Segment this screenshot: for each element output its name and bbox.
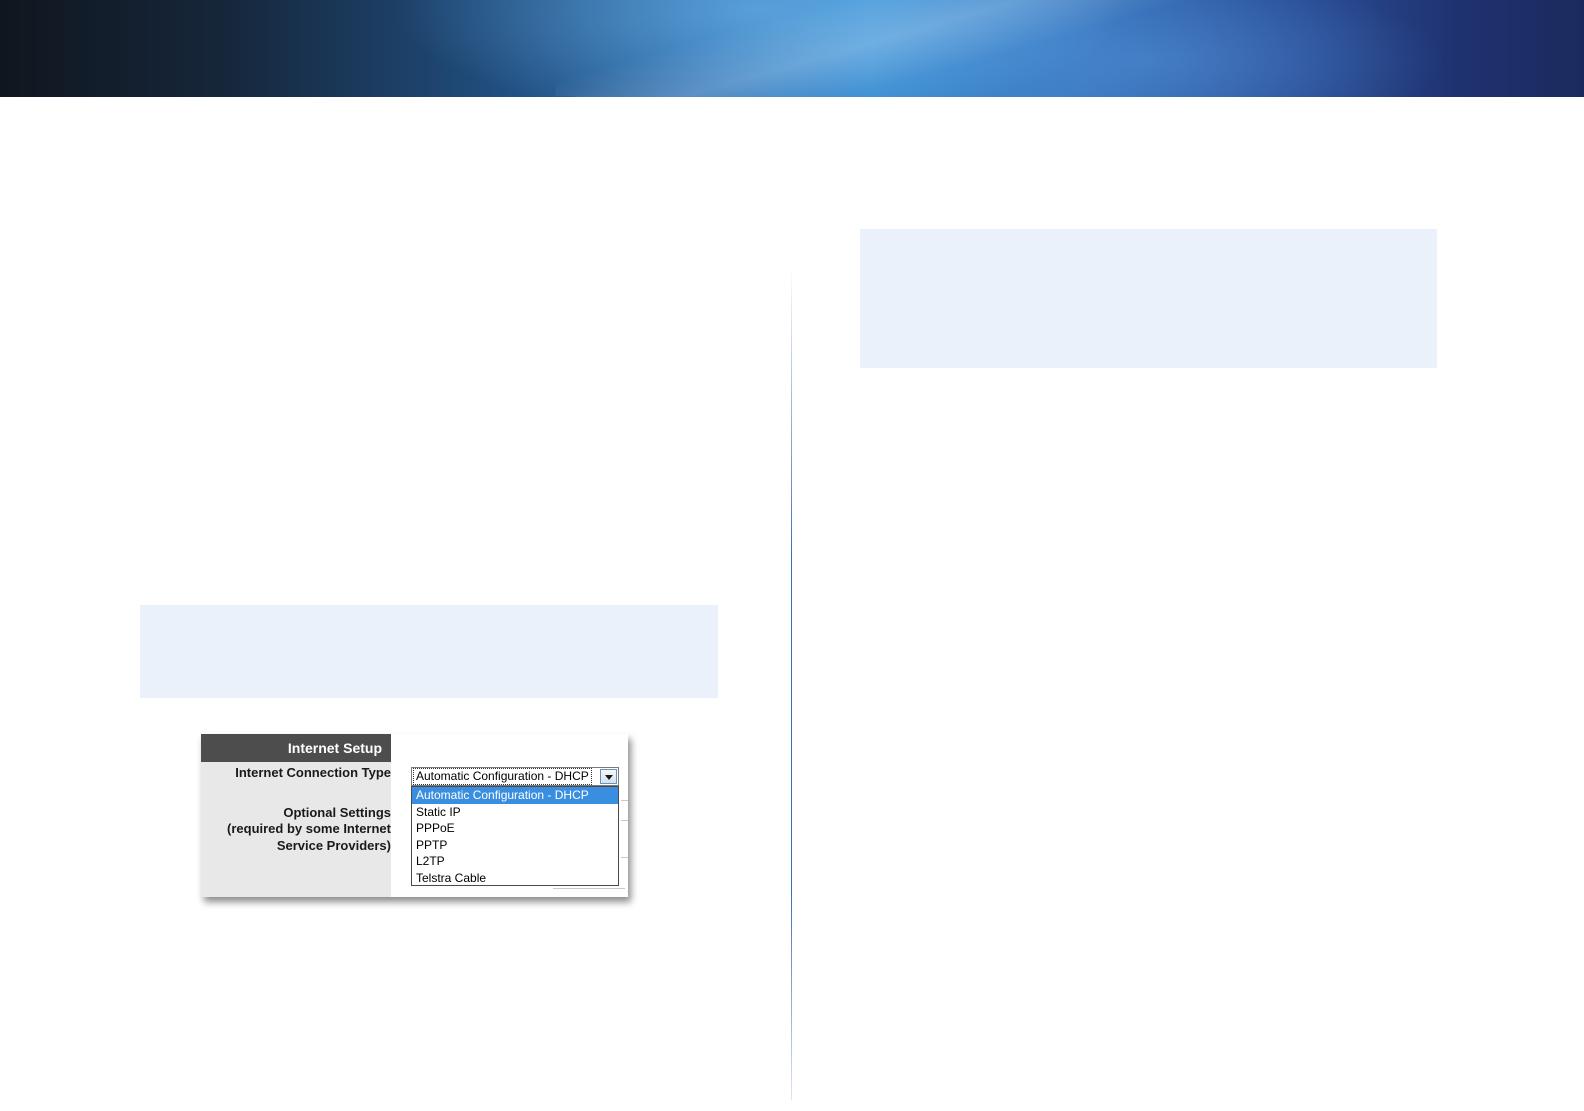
option-telstra-cable[interactable]: Telstra Cable bbox=[412, 870, 618, 887]
optional-settings-note-line1: (required by some Internet bbox=[227, 821, 391, 836]
optional-settings-note-line2: Service Providers) bbox=[276, 838, 391, 853]
column-divider bbox=[791, 265, 792, 1100]
option-static-ip[interactable]: Static IP bbox=[412, 804, 618, 821]
select-current-value: Automatic Configuration - DHCP bbox=[413, 768, 592, 785]
field-underline bbox=[553, 888, 625, 889]
chevron-down-icon bbox=[605, 775, 613, 780]
connection-type-label: Internet Connection Type bbox=[235, 765, 391, 780]
option-dhcp[interactable]: Automatic Configuration - DHCP bbox=[412, 787, 618, 804]
header-banner bbox=[0, 0, 1584, 145]
field-underline bbox=[621, 800, 628, 801]
field-underline bbox=[621, 857, 628, 858]
optional-settings-label: Optional Settings bbox=[283, 805, 391, 820]
option-pptp[interactable]: PPTP bbox=[412, 837, 618, 854]
option-l2tp[interactable]: L2TP bbox=[412, 853, 618, 870]
option-pppoe[interactable]: PPPoE bbox=[412, 820, 618, 837]
connection-type-options: Automatic Configuration - DHCP Static IP… bbox=[411, 786, 619, 886]
header-sheen bbox=[555, 0, 1265, 145]
connection-type-select[interactable]: Automatic Configuration - DHCP bbox=[411, 767, 619, 786]
note-box-right bbox=[860, 229, 1437, 368]
dropdown-toggle-button[interactable] bbox=[600, 769, 617, 784]
internet-setup-screenshot: Internet Setup Internet Connection Type … bbox=[201, 734, 628, 897]
field-underline bbox=[621, 820, 628, 821]
note-box-left bbox=[140, 605, 718, 698]
manual-page: Internet Setup Internet Connection Type … bbox=[0, 0, 1584, 1111]
panel-title: Internet Setup bbox=[201, 734, 391, 762]
